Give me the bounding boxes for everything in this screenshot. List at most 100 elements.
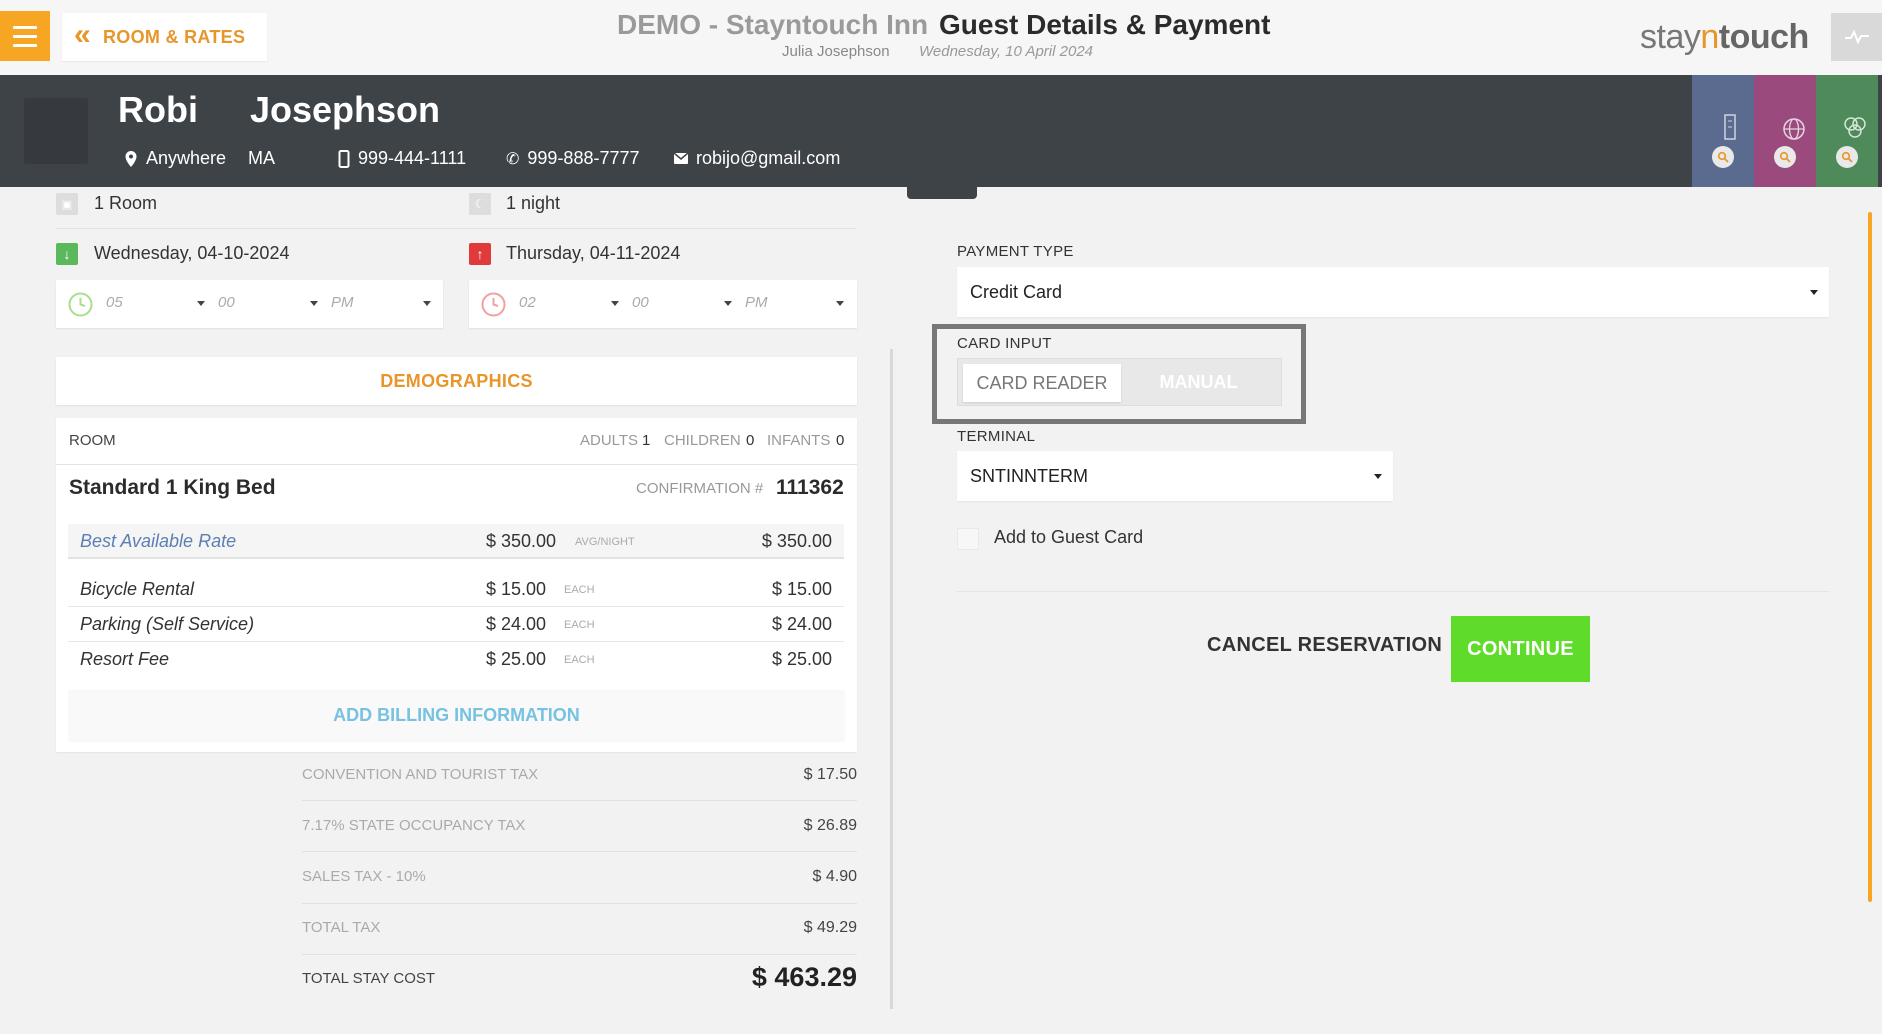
departure-minute-select[interactable]: 00 [632,294,649,311]
addon-total: $ 24.00 [771,614,832,634]
arrival-icon: ↓ [56,243,78,265]
terminal-label: TERMINAL [957,428,1036,445]
location-pin-icon [125,150,137,167]
rate-name[interactable]: Best Available Rate [80,531,236,552]
guest-phone: ✆ 999-888-7777 [506,148,640,168]
tax-row: 7.17% STATE OCCUPANCY TAX $ 26.89 [302,817,857,834]
guest-email: robijo@gmail.com [674,148,840,169]
guest-avatar[interactable] [24,98,88,164]
building-icon [1724,114,1736,140]
addon-row: Bicycle Rental $ 15.00 EACH $ 15.00 [68,572,844,607]
caret-icon [310,301,318,306]
caret-icon [1810,290,1818,295]
circles-icon [1844,117,1866,138]
menu-icon [13,25,37,29]
guest-mobile: 999-444-1111 [338,148,466,169]
add-to-guest-card-label[interactable]: Add to Guest Card [994,527,1143,548]
payment-type-select[interactable]: Credit Card [957,267,1829,317]
addon-name: Bicycle Rental [80,579,195,599]
departure-icon: ↑ [469,243,491,265]
left-scrollbar[interactable] [890,349,893,1009]
globe-icon [1783,118,1805,140]
hotel-name: DEMO - Stayntouch Inn [617,9,929,40]
caret-icon [724,301,732,306]
adults-count: 1 [642,432,651,449]
room-card: ROOM ADULTS 1 CHILDREN 0 INFANTS 0 Stand… [56,418,857,752]
tax-row: SALES TAX - 10% $ 4.90 [302,868,857,885]
payment-type-label: PAYMENT TYPE [957,243,1074,260]
room-type: Standard 1 King Bed [69,476,276,499]
addon-price: $ 15.00 [486,579,547,599]
infants-count: 0 [836,432,845,449]
addon-total: $ 25.00 [771,649,832,669]
arrival-minute-select[interactable]: 00 [218,294,235,311]
guest-last-name[interactable]: Josephson [250,89,440,131]
tax-label: TOTAL TAX [302,919,381,936]
tax-label: SALES TAX - 10% [302,868,426,885]
departure-ampm-select[interactable]: PM [745,294,768,311]
card-reader-option[interactable]: CARD READER [963,364,1121,402]
add-to-guest-card-checkbox[interactable] [957,528,979,550]
tax-row: TOTAL TAX $ 49.29 [302,919,857,936]
menu-button[interactable] [0,11,50,61]
tax-label: CONVENTION AND TOURIST TAX [302,766,539,783]
continue-button[interactable]: CONTINUE [1451,616,1590,682]
total-stay-label: TOTAL STAY COST [302,970,436,987]
tax-value: $ 17.50 [803,766,857,783]
room-count: 1 Room [94,193,158,213]
clock-icon [68,292,93,317]
back-button-label: ROOM & RATES [103,26,246,47]
mobile-icon [338,149,350,168]
addon-unit: EACH [564,584,595,596]
divider [56,228,857,229]
rate-unit: AVG/NIGHT [575,536,635,548]
activity-button[interactable] [1831,13,1882,61]
panel-drag-handle[interactable] [907,187,977,199]
rate-row[interactable]: Best Available Rate $ 350.00 AVG/NIGHT $… [68,524,844,559]
addon-row: Resort Fee $ 25.00 EACH $ 25.00 [68,642,844,677]
demographics-button[interactable]: DEMOGRAPHICS [56,357,857,405]
back-to-room-rates-button[interactable]: « ROOM & RATES [62,13,267,61]
manual-option[interactable]: MANUAL [1121,364,1276,400]
add-billing-info-button[interactable]: ADD BILLING INFORMATION [69,690,844,740]
addon-total: $ 15.00 [771,579,832,599]
tax-label: 7.17% STATE OCCUPANCY TAX [302,817,526,834]
envelope-icon [674,153,688,164]
cancel-reservation-button[interactable]: CANCEL RESERVATION [1207,634,1442,657]
arrival-ampm-select[interactable]: PM [331,294,354,311]
clock-icon [481,292,506,317]
activity-icon [1844,29,1869,45]
terminal-select[interactable]: SNTINNTERM [957,451,1393,501]
tab-groups[interactable] [1816,75,1878,187]
guest-city: Anywhere [146,148,227,168]
departure-time-picker: 02 00 PM [469,280,857,328]
room-icon: ▣ [56,193,78,215]
room-heading: ROOM [69,432,116,449]
stayntouch-logo: stayntouch [1640,18,1809,56]
addon-name: Resort Fee [80,649,170,669]
night-count: 1 night [506,193,561,213]
infants-label: INFANTS [767,432,831,449]
divider [957,591,1829,592]
addon-unit: EACH [564,619,595,631]
phone-icon: ✆ [506,150,520,168]
tab-globe[interactable] [1754,75,1816,187]
caret-icon [423,301,431,306]
night-icon: ☾ [469,193,491,215]
tax-value: $ 4.90 [812,868,857,885]
children-label: CHILDREN [664,432,741,449]
card-input-toggle: CARD READER MANUAL [957,358,1282,406]
tax-value: $ 49.29 [803,919,857,936]
rate-price: $ 350.00 [486,531,557,551]
caret-icon [836,301,844,306]
children-count: 0 [746,432,755,449]
page-title: Guest Details & Payment [939,9,1271,40]
arrival-hour-select[interactable]: 05 [106,294,123,311]
guest-first-name[interactable]: Robi [118,89,198,131]
addon-row: Parking (Self Service) $ 24.00 EACH $ 24… [68,607,844,642]
magnifier-icon [1712,146,1734,168]
right-scrollbar[interactable] [1868,212,1872,902]
tab-hotel[interactable] [1692,75,1754,187]
departure-hour-select[interactable]: 02 [519,294,536,311]
departure-date: Thursday, 04-11-2024 [506,243,681,263]
